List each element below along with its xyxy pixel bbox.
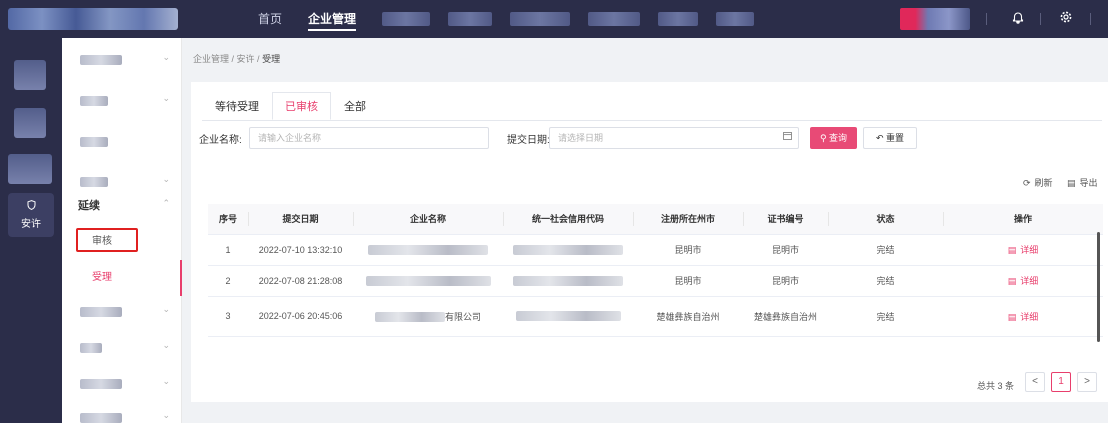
table-row: 2 2022-07-08 21:28:08 昆明市 昆明市 完结 ▤ 详细 — [208, 265, 1103, 297]
table-row: 3 2022-07-06 20:45:06 有限公司 楚雄彝族自治州 楚雄彝族自… — [208, 296, 1103, 337]
bell-icon[interactable] — [1008, 9, 1028, 29]
document-icon: ▤ — [1007, 311, 1017, 322]
detail-link[interactable]: ▤ 详细 — [943, 265, 1103, 297]
column-header: 统一社会信用代码 — [503, 204, 633, 235]
module-icon-redacted[interactable] — [8, 154, 52, 184]
chevron-down-icon: ⌄ — [162, 174, 170, 184]
reset-button[interactable]: ↶ 重置 — [863, 127, 917, 149]
divider — [1040, 13, 1041, 25]
total-count: 总共 3 条 — [977, 381, 1015, 391]
breadcrumb-current: 受理 — [262, 54, 281, 64]
module-label: 安许 — [21, 219, 41, 230]
chevron-down-icon: ⌄ — [162, 52, 170, 62]
column-header: 序号 — [208, 204, 248, 235]
nav-enterprise-management[interactable]: 企业管理 — [308, 0, 357, 38]
menu-group-redacted[interactable] — [62, 124, 182, 160]
table-scrollbar[interactable] — [1097, 232, 1100, 342]
menu-item-label: 审核 — [92, 236, 112, 247]
column-header: 企业名称 — [353, 204, 503, 235]
menu-item-review[interactable]: 审核 — [62, 224, 182, 260]
chevron-down-icon: ⌄ — [162, 376, 170, 386]
menu-group-label: 延续 — [78, 200, 100, 212]
refresh-button[interactable]: ⟳ 刷新 — [1023, 176, 1053, 189]
nav-home[interactable]: 首页 — [258, 0, 282, 38]
prev-page-button[interactable]: < — [1025, 372, 1045, 392]
company-name-input[interactable]: 请输入企业名称 — [249, 127, 489, 149]
column-header: 状态 — [828, 204, 943, 235]
gear-icon[interactable] — [1056, 9, 1076, 29]
table-header-row: 序号 提交日期 企业名称 统一社会信用代码 注册所在州市 证书编号 状态 操作 — [208, 204, 1103, 235]
document-icon: ▤ — [1007, 245, 1017, 255]
search-icon: ⚲ — [819, 133, 827, 143]
content-card: 等待受理 已审核 全部 企业名称: 请输入企业名称 提交日期: 请选择日期 ⚲ … — [191, 82, 1108, 402]
menu-group-renewal[interactable]: 延续 ⌃ — [62, 188, 182, 224]
submit-date-picker[interactable]: 请选择日期 — [549, 127, 799, 149]
nav-item-redacted[interactable] — [448, 12, 493, 26]
tab-all[interactable]: 全部 — [331, 92, 379, 120]
tab-reviewed[interactable]: 已审核 — [272, 92, 331, 120]
menu-item-accept[interactable]: 受理 — [62, 260, 182, 296]
page-number-button[interactable]: 1 — [1051, 372, 1071, 392]
menu-item-label: 受理 — [92, 272, 112, 283]
calendar-icon — [783, 128, 792, 148]
module-anxu[interactable]: 安许 — [8, 193, 54, 237]
shield-icon — [8, 200, 54, 213]
divider — [1090, 13, 1091, 25]
company-name-cell: 有限公司 — [353, 296, 503, 337]
submit-date-label: 提交日期: — [507, 135, 550, 146]
user-info[interactable] — [900, 8, 970, 30]
module-icon-redacted[interactable] — [14, 108, 46, 138]
next-page-button[interactable]: > — [1077, 372, 1097, 392]
company-name-redacted — [353, 265, 503, 297]
tab-divider — [202, 120, 1102, 121]
chevron-up-icon: ⌃ — [162, 198, 170, 208]
nav-item-redacted[interactable] — [716, 12, 755, 26]
tab-pending[interactable]: 等待受理 — [202, 92, 272, 120]
undo-icon: ↶ — [875, 133, 884, 143]
nav-item-redacted[interactable] — [382, 12, 431, 26]
module-icon-redacted[interactable] — [14, 60, 46, 90]
document-icon: ▤ — [1007, 276, 1017, 286]
table-row: 1 2022-07-10 13:32:10 昆明市 昆明市 完结 ▤ 详细 — [208, 234, 1103, 266]
top-bar: 首页 企业管理 — [0, 0, 1108, 38]
results-table: 序号 提交日期 企业名称 统一社会信用代码 注册所在州市 证书编号 状态 操作 … — [208, 204, 1103, 337]
breadcrumb-item[interactable]: 企业管理 — [193, 54, 229, 64]
refresh-icon: ⟳ — [1023, 178, 1031, 188]
credit-code-redacted — [503, 234, 633, 266]
column-header: 提交日期 — [248, 204, 353, 235]
export-icon: ▤ — [1067, 178, 1076, 188]
company-name-redacted — [353, 234, 503, 266]
nav-item-redacted[interactable] — [510, 12, 571, 26]
menu-group-redacted[interactable]: ⌄ — [62, 400, 182, 423]
credit-code-redacted — [503, 296, 633, 337]
tab-bar: 等待受理 已审核 全部 — [202, 92, 379, 120]
credit-code-redacted — [503, 265, 633, 297]
breadcrumb: 企业管理 / 安许 / 受理 — [193, 54, 281, 64]
column-header: 操作 — [943, 204, 1103, 235]
divider — [986, 13, 987, 25]
module-rail: 安许 — [0, 38, 62, 423]
nav-item-redacted[interactable] — [588, 12, 641, 26]
chevron-down-icon: ⌄ — [162, 410, 170, 420]
top-nav: 首页 企业管理 — [258, 0, 772, 38]
detail-link[interactable]: ▤ 详细 — [943, 234, 1103, 266]
chevron-down-icon: ⌄ — [162, 93, 170, 103]
chevron-down-icon: ⌄ — [162, 304, 170, 314]
sub-menu: ⌄ ⌄ ⌄ 延续 ⌃ 审核 受理 ⌄ ⌄ ⌄ ⌄ — [62, 38, 182, 423]
export-button[interactable]: ▤ 导出 — [1067, 176, 1098, 189]
menu-group-redacted[interactable]: ⌄ — [62, 42, 182, 78]
query-button[interactable]: ⚲ 查询 — [810, 127, 857, 149]
menu-group-redacted[interactable]: ⌄ — [62, 83, 182, 119]
menu-group-redacted[interactable]: ⌄ — [62, 366, 182, 402]
menu-group-redacted[interactable]: ⌄ — [62, 294, 182, 330]
breadcrumb-item[interactable]: 安许 — [237, 54, 255, 64]
nav-item-redacted[interactable] — [658, 12, 699, 26]
column-header: 证书编号 — [743, 204, 828, 235]
chevron-down-icon: ⌄ — [162, 340, 170, 350]
column-header: 注册所在州市 — [633, 204, 743, 235]
menu-group-redacted[interactable]: ⌄ — [62, 330, 182, 366]
detail-link[interactable]: ▤ 详细 — [943, 296, 1103, 337]
app-logo — [8, 8, 178, 30]
company-name-label: 企业名称: — [199, 135, 242, 146]
